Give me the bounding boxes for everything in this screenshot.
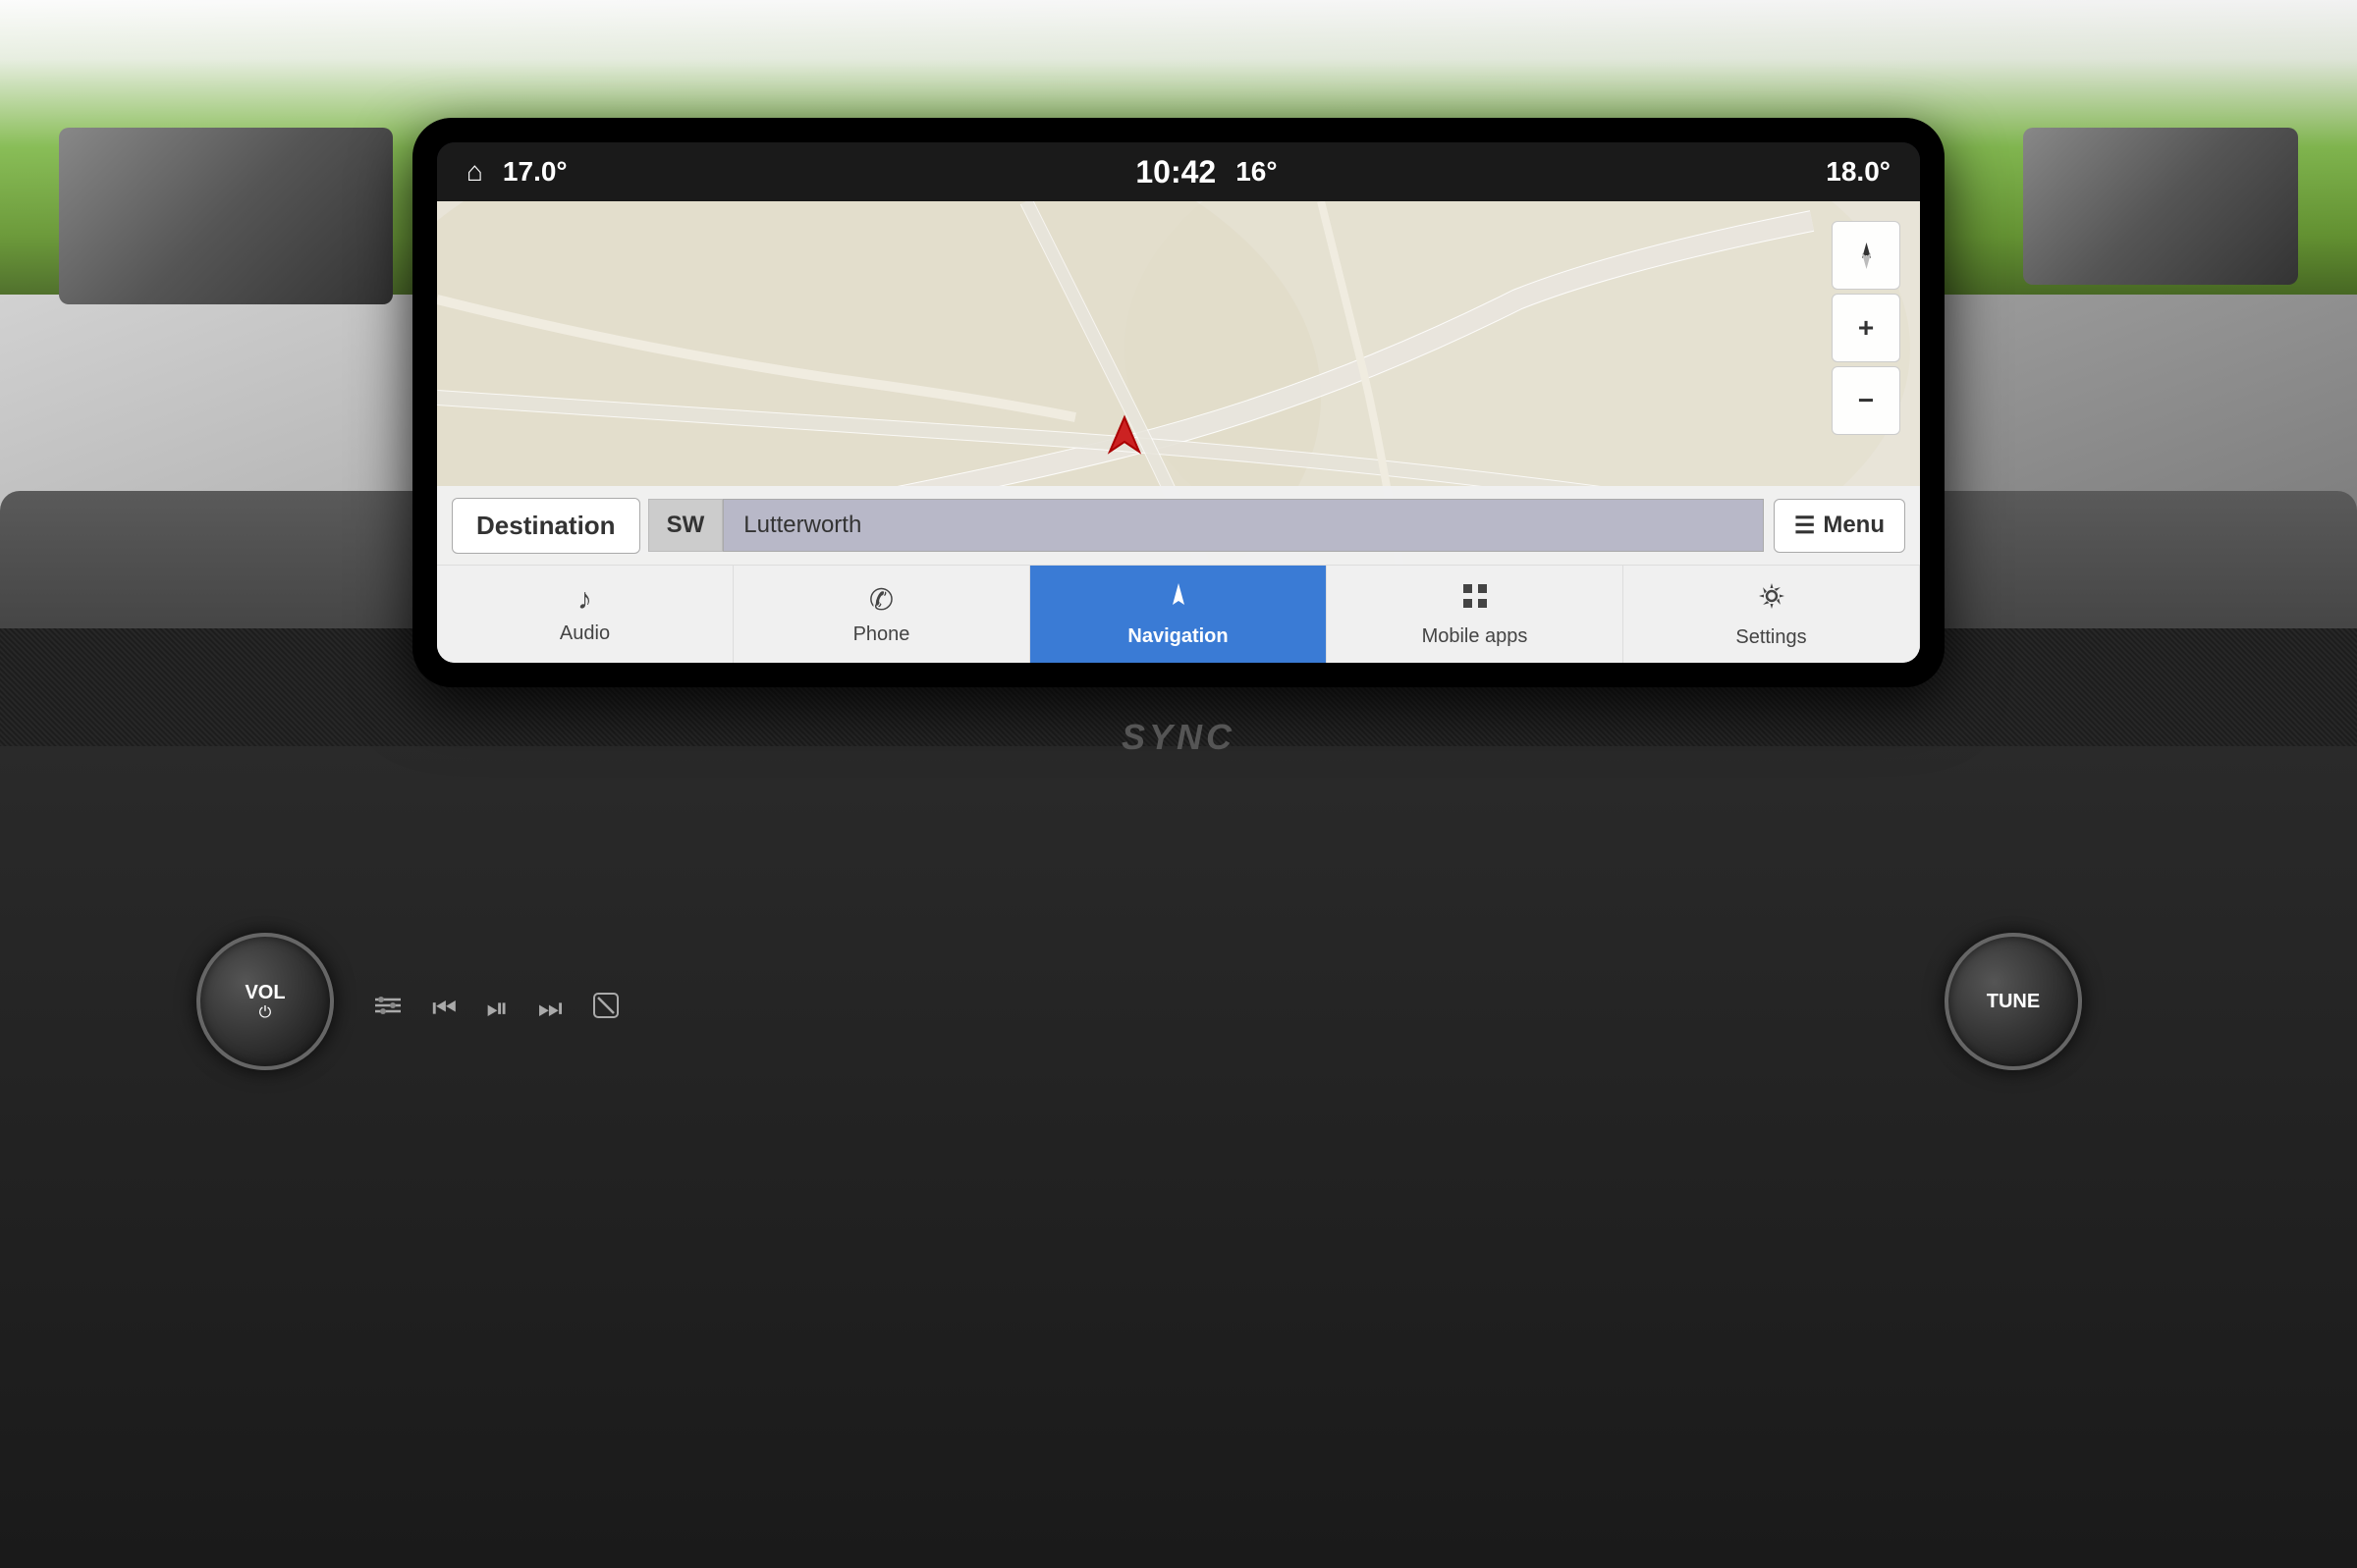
left-vent xyxy=(59,128,393,304)
vol-label: VOL xyxy=(245,982,285,1004)
temp-left: 17.0° xyxy=(503,156,568,188)
temp-center: 16° xyxy=(1235,156,1277,188)
phone-label: Phone xyxy=(853,623,910,646)
destination-button[interactable]: Destination xyxy=(452,498,640,554)
temp-right: 18.0° xyxy=(1826,156,1891,188)
status-time: 10:42 xyxy=(1135,154,1216,190)
nav-item-audio[interactable]: ♪ Audio xyxy=(437,566,734,663)
main-screen: ⌂ 17.0° 10:42 16° 18.0° xyxy=(437,142,1920,663)
direction-indicator: SW xyxy=(648,499,724,552)
settings-label: Settings xyxy=(1735,626,1806,649)
mobile-apps-label: Mobile apps xyxy=(1422,625,1528,648)
dashboard-lower xyxy=(0,736,2357,1568)
navigation-label: Navigation xyxy=(1127,625,1228,648)
status-bar: ⌂ 17.0° 10:42 16° 18.0° xyxy=(437,142,1920,201)
map-area[interactable]: + − Destination SW Lutterworth ☰ Menu xyxy=(437,201,1920,565)
control-strip: ⏮ ⏯ ⏭ xyxy=(373,992,620,1026)
nav-bar: ♪ Audio ✆ Phone Navigation xyxy=(437,565,1920,663)
menu-label: Menu xyxy=(1823,512,1885,539)
right-vent xyxy=(2023,128,2298,285)
menu-icon: ☰ xyxy=(1794,512,1816,540)
screen-housing: ⌂ 17.0° 10:42 16° 18.0° xyxy=(412,118,1945,687)
phone-icon: ✆ xyxy=(869,583,894,618)
zoom-in-icon: + xyxy=(1858,312,1874,344)
compass-north-button[interactable] xyxy=(1832,221,1900,290)
settings-icon xyxy=(1755,579,1788,621)
nav-item-settings[interactable]: Settings xyxy=(1623,566,1920,663)
tune-label: TUNE xyxy=(1987,991,2040,1013)
nav-controls: + − xyxy=(1832,221,1900,435)
zoom-in-button[interactable]: + xyxy=(1832,294,1900,362)
next-track-button[interactable]: ⏭ xyxy=(538,993,563,1025)
audio-label: Audio xyxy=(560,622,610,645)
mute-button[interactable] xyxy=(592,992,620,1026)
nav-item-navigation[interactable]: Navigation xyxy=(1030,566,1327,663)
destination-bar: Destination SW Lutterworth ☰ Menu xyxy=(437,486,1920,565)
nav-item-mobile-apps[interactable]: Mobile apps xyxy=(1327,566,1623,663)
play-pause-button[interactable]: ⏯ xyxy=(486,993,508,1025)
mobile-apps-icon xyxy=(1459,580,1491,620)
navigation-icon xyxy=(1163,580,1194,620)
location-display: Lutterworth xyxy=(723,499,1764,552)
home-icon[interactable]: ⌂ xyxy=(466,156,483,188)
audio-icon: ♪ xyxy=(577,583,592,617)
power-icon: ⏻ xyxy=(259,1004,272,1022)
zoom-out-icon: − xyxy=(1858,385,1874,416)
settings-eq-button[interactable] xyxy=(373,994,403,1024)
tune-knob[interactable]: TUNE xyxy=(1945,933,2082,1070)
sync-logo: SYNC xyxy=(1122,717,1235,758)
prev-track-button[interactable]: ⏮ xyxy=(432,993,457,1025)
menu-button[interactable]: ☰ Menu xyxy=(1774,499,1905,553)
vol-knob[interactable]: VOL ⏻ xyxy=(196,933,334,1070)
zoom-out-button[interactable]: − xyxy=(1832,366,1900,435)
nav-item-phone[interactable]: ✆ Phone xyxy=(734,566,1030,663)
